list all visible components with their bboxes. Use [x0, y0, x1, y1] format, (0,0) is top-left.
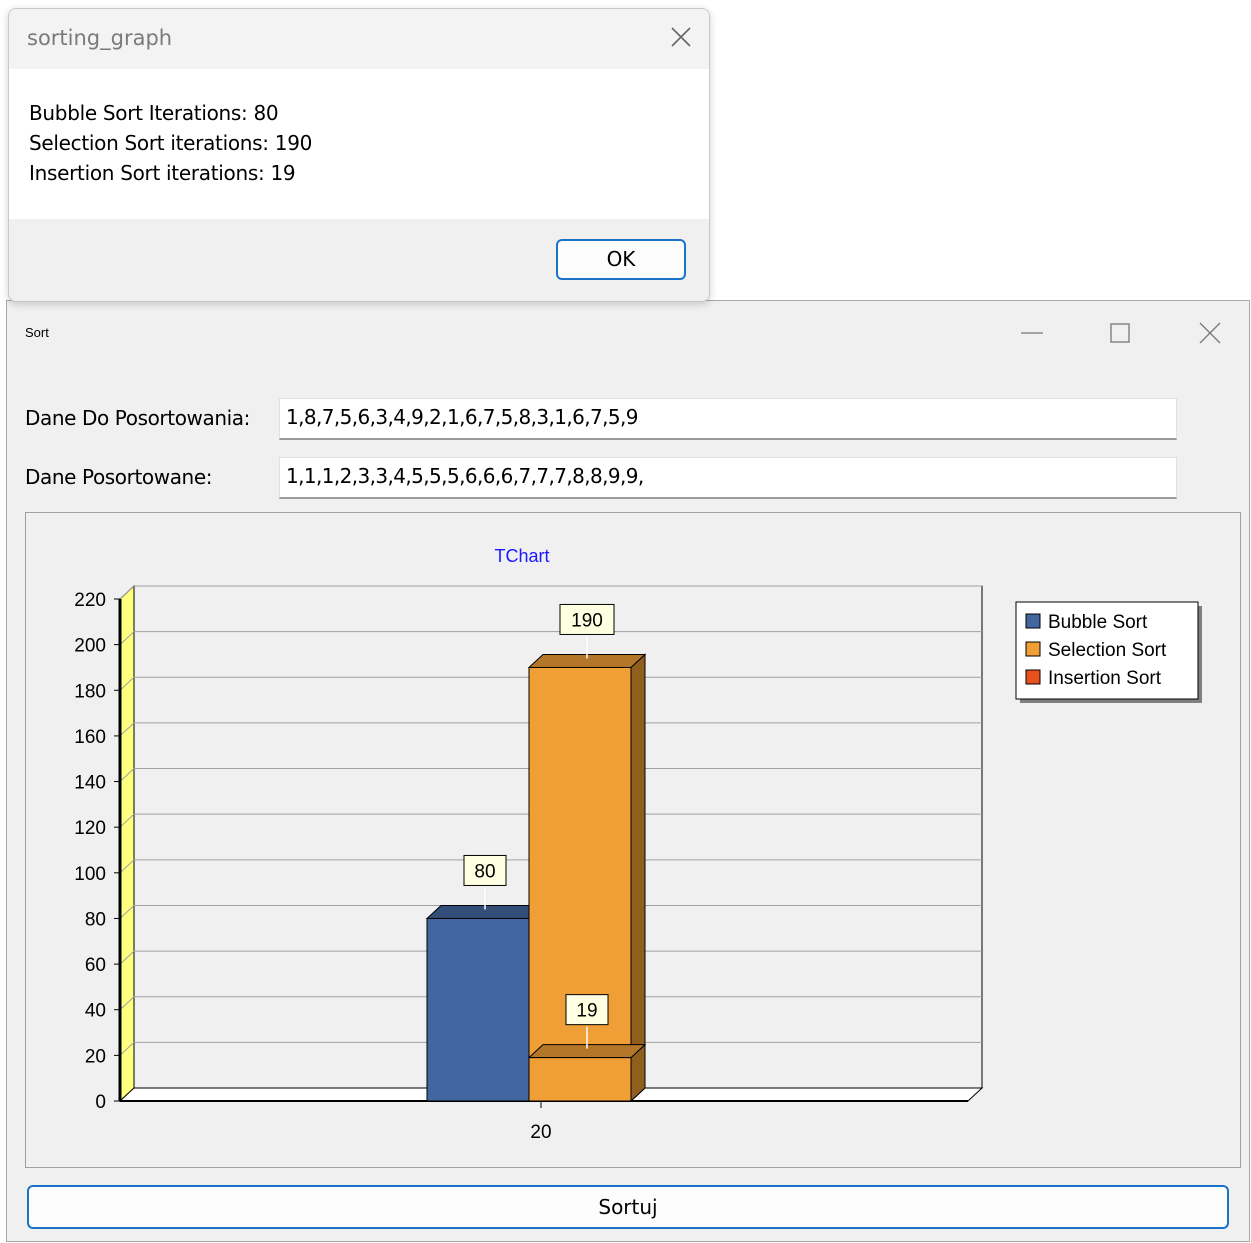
legend-swatch	[1025, 613, 1041, 629]
window-title: Sort	[25, 325, 49, 340]
minimize-icon[interactable]	[1015, 316, 1049, 350]
y-tick-label: 0	[95, 1092, 106, 1113]
legend-item: Insertion Sort	[1048, 668, 1162, 689]
dialog-message: Bubble Sort Iterations: 80 Selection Sor…	[9, 69, 709, 219]
bar	[426, 917, 530, 1102]
ok-button[interactable]: OK	[556, 239, 686, 280]
sort-button[interactable]: Sortuj	[27, 1185, 1229, 1229]
y-tick-label: 20	[85, 1046, 106, 1067]
y-tick-label: 80	[85, 909, 106, 930]
dialog-titlebar[interactable]: sorting_graph	[9, 9, 709, 69]
legend-item: Selection Sort	[1048, 640, 1167, 661]
x-tick-label: 20	[530, 1122, 551, 1143]
bar	[528, 666, 632, 1102]
data-label: 80	[474, 861, 495, 882]
maximize-icon[interactable]	[1103, 316, 1137, 350]
bar-side	[630, 653, 646, 1103]
bubble-sort-iterations-text: Bubble Sort Iterations: 80	[29, 101, 279, 125]
data-label: 19	[576, 1001, 597, 1022]
y-tick-label: 100	[74, 864, 106, 885]
sorted-data-field[interactable]: 1,1,1,2,3,3,4,5,5,5,6,6,6,7,7,7,8,8,9,9,	[279, 457, 1177, 499]
input-data-label: Dane Do Posortowania:	[25, 406, 250, 430]
chart-left-wall	[119, 584, 135, 1103]
input-data-field[interactable]: 1,8,7,5,6,3,4,9,2,1,6,7,5,8,3,1,6,7,5,9	[279, 398, 1177, 440]
y-tick-label: 40	[85, 1001, 106, 1022]
y-tick-label: 200	[74, 636, 106, 657]
y-tick-label: 60	[85, 955, 106, 976]
data-label: 190	[571, 610, 603, 631]
y-tick-label: 160	[74, 727, 106, 748]
legend-swatch	[1025, 641, 1041, 657]
y-tick-label: 120	[74, 818, 106, 839]
message-dialog: sorting_graph Bubble Sort Iterations: 80…	[8, 8, 710, 302]
sorted-data-label: Dane Posortowane:	[25, 465, 213, 489]
dialog-title: sorting_graph	[27, 26, 173, 50]
selection-sort-iterations-text: Selection Sort iterations: 190	[29, 131, 313, 155]
window-titlebar[interactable]: Sort	[7, 301, 1249, 363]
chart-panel[interactable]: TChart 0 20 40 60 80 100 120 140 160 180 200 220 80 19…	[25, 512, 1241, 1168]
insertion-sort-iterations-text: Insertion Sort iterations: 19	[29, 161, 296, 185]
legend-swatch	[1025, 669, 1041, 685]
y-tick-label: 180	[74, 681, 106, 702]
y-tick-label: 140	[74, 773, 106, 794]
bar	[528, 1057, 632, 1102]
bar-chart: TChart 0 20 40 60 80 100 120 140 160 180 200 220 80 19…	[74, 546, 1202, 1143]
close-icon[interactable]	[1193, 316, 1227, 350]
chart-title: TChart	[494, 546, 549, 566]
sort-window: Sort Dane Do Posortowania: 1,8,7,5,6,3,4…	[6, 300, 1250, 1242]
close-icon[interactable]	[667, 23, 695, 51]
y-tick-label: 220	[74, 590, 106, 611]
legend-item: Bubble Sort	[1048, 612, 1148, 633]
